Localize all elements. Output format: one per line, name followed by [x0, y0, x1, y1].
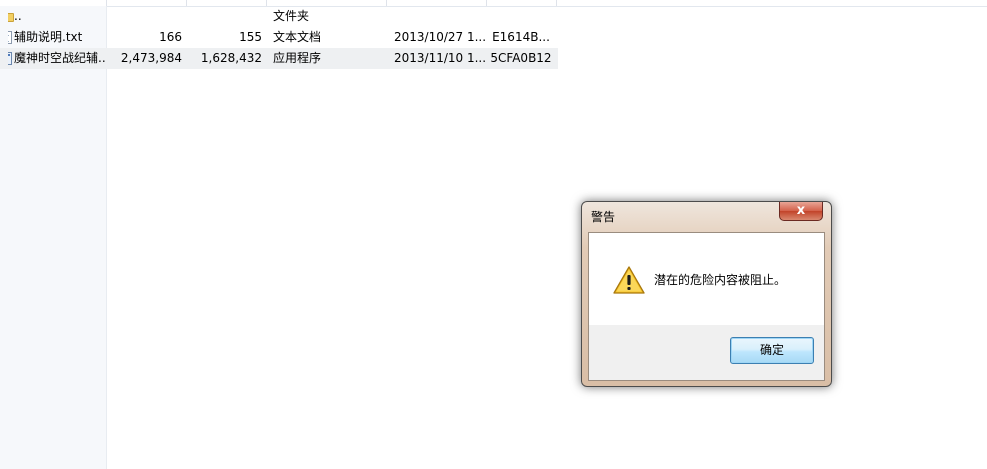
file-type: 文本文档: [273, 30, 322, 44]
file-type: 应用程序: [273, 51, 322, 65]
ok-button[interactable]: 确定: [730, 337, 814, 364]
file-packed-size: [190, 6, 262, 27]
file-crc: E1614B...: [492, 30, 550, 44]
file-name-cell: 辅助说明.txt: [8, 27, 106, 48]
warning-dialog: 警告 x 潜在的危险内容被阻止。 确定: [581, 201, 832, 387]
file-row-exe[interactable]: 魔神时空战纪辅... 2,473,984 1,628,432 应用程序 2013…: [0, 48, 558, 69]
file-size: [110, 6, 182, 27]
file-modified: [394, 6, 486, 27]
file-crc: 5CFA0B12: [490, 51, 552, 65]
dialog-message: 潜在的危险内容被阻止。: [654, 273, 787, 287]
file-modified: 2013/11/10 1...: [394, 51, 486, 65]
close-button[interactable]: x: [779, 202, 823, 221]
file-crc: [490, 6, 552, 27]
file-size: 166: [159, 30, 182, 44]
name-column-highlight: [0, 6, 107, 469]
file-type: 文件夹: [273, 9, 310, 23]
file-name-cell: ..: [8, 6, 106, 27]
file-name: 辅助说明.txt: [14, 30, 83, 44]
file-name: ..: [14, 9, 22, 23]
file-name-cell: 魔神时空战纪辅...: [8, 48, 106, 69]
dialog-title: 警告: [591, 210, 616, 224]
text-file-icon: [8, 31, 12, 44]
file-name: 魔神时空战纪辅...: [14, 51, 106, 65]
dialog-client-area: 潜在的危险内容被阻止。 确定: [588, 232, 825, 381]
warning-icon: [613, 266, 645, 294]
folder-icon: [8, 11, 14, 22]
file-packed-size: 155: [239, 30, 262, 44]
executable-icon: [8, 52, 12, 65]
file-modified: 2013/10/27 1...: [394, 30, 486, 44]
file-packed-size: 1,628,432: [200, 51, 262, 65]
file-row-parent[interactable]: .. 文件夹: [0, 6, 558, 27]
dialog-message-area: 潜在的危险内容被阻止。: [589, 233, 824, 325]
file-size: 2,473,984: [120, 51, 182, 65]
file-row-txt[interactable]: 辅助说明.txt 166 155 文本文档 2013/10/27 1... E1…: [0, 27, 558, 48]
